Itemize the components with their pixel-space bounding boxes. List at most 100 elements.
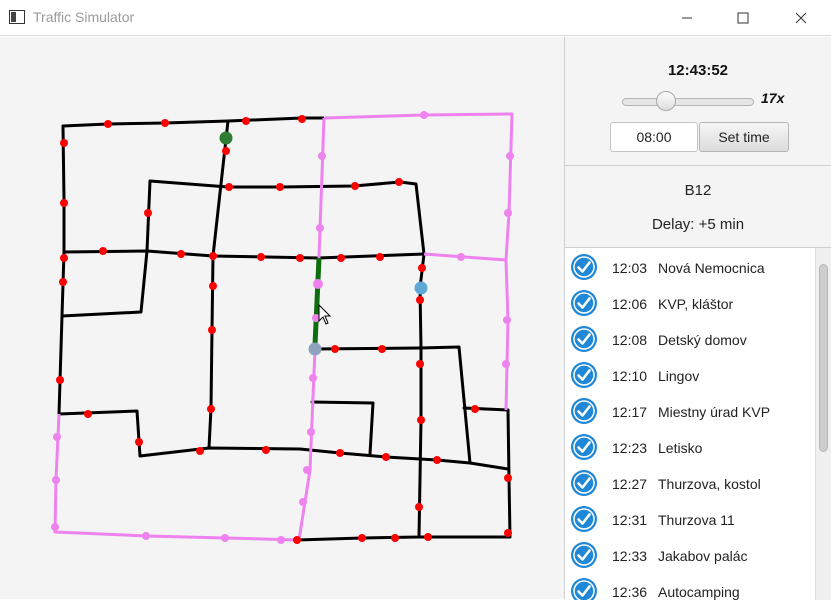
set-time-button[interactable]: Set time: [699, 122, 789, 152]
stop-dot: [257, 253, 265, 261]
stop-name: KVP, kláštor: [658, 296, 734, 312]
route-stop: [506, 152, 514, 160]
stop-dot: [336, 449, 344, 457]
stop-dot: [358, 534, 366, 542]
route-stops: [51, 111, 514, 544]
check-icon: [571, 506, 597, 532]
stop-time: 12:23: [612, 440, 648, 456]
stop-dot: [60, 199, 68, 207]
scrollbar-thumb[interactable]: [819, 264, 828, 452]
stop-dot: [99, 247, 107, 255]
stop-time: 12:33: [612, 548, 648, 564]
stop-dot: [222, 147, 230, 155]
stop-dot: [382, 453, 390, 461]
check-icon: [571, 254, 597, 280]
stop-dot: [209, 252, 217, 260]
list-item[interactable]: 12:27 Thurzova, kostol: [565, 466, 815, 502]
route-stop: [299, 498, 307, 506]
list-item[interactable]: 12:31 Thurzova 11: [565, 502, 815, 538]
route-line: [297, 117, 326, 541]
stop-dot: [504, 529, 512, 537]
stop-dot: [378, 345, 386, 353]
stop-dot: [331, 345, 339, 353]
time-input[interactable]: 08:00: [610, 122, 698, 152]
street: [62, 249, 426, 260]
check-icon: [571, 470, 597, 496]
stop-dot: [177, 250, 185, 258]
stop-dot: [504, 474, 512, 482]
stop-time: 12:08: [612, 332, 648, 348]
list-item[interactable]: 12:23 Letisko: [565, 430, 815, 466]
route-stop: [503, 316, 511, 324]
close-icon: [795, 12, 807, 24]
speed-slider[interactable]: [622, 98, 754, 106]
street: [310, 400, 375, 456]
route-line: [504, 259, 510, 411]
stop-name: Miestny úrad KVP: [658, 404, 771, 420]
list-item[interactable]: 12:08 Detský domov: [565, 322, 815, 358]
check-icon: [571, 362, 597, 388]
stop-list[interactable]: 12:03 Nová Nemocnica 12:06 KVP, kláštor 12:0…: [565, 247, 831, 600]
stop-dot: [207, 405, 215, 413]
line-label: B12: [684, 182, 712, 199]
close-button[interactable]: [778, 0, 824, 36]
vehicle-marker: [414, 281, 428, 295]
check-icon: [571, 398, 597, 424]
stop-dots: [56, 115, 512, 544]
maximize-button[interactable]: [720, 0, 766, 36]
stop-dot: [471, 405, 479, 413]
stop-dot: [208, 326, 216, 334]
stop-dot: [424, 533, 432, 541]
route-stop: [277, 536, 285, 544]
vehicle-marker: [219, 131, 233, 145]
stop-name: Detský domov: [658, 332, 747, 348]
speed-label: 17x: [761, 90, 785, 106]
route-stop: [502, 360, 510, 368]
map-canvas[interactable]: [0, 37, 564, 599]
street: [60, 249, 149, 318]
street: [57, 124, 66, 416]
stop-dot: [242, 117, 250, 125]
check-icon: [571, 578, 597, 600]
stop-dot: [293, 536, 301, 544]
stop-dot: [391, 534, 399, 542]
street: [462, 406, 510, 412]
route-stop: [420, 111, 428, 119]
route-stop: [313, 279, 323, 289]
window-title: Traffic Simulator: [33, 9, 135, 25]
route-stop: [307, 428, 315, 436]
stop-time: 12:03: [612, 260, 648, 276]
check-icon: [571, 326, 597, 352]
list-item[interactable]: 12:36 Autocamping: [565, 574, 815, 600]
list-item[interactable]: 12:03 Nová Nemocnica: [565, 250, 815, 286]
stop-dot: [209, 282, 217, 290]
route-stop: [457, 253, 465, 261]
road-network[interactable]: [0, 37, 564, 599]
street: [417, 408, 512, 539]
route-stop: [51, 523, 59, 531]
route-stop: [303, 466, 311, 474]
stop-time: 12:10: [612, 368, 648, 384]
list-item[interactable]: 12:33 Jakabov palác: [565, 538, 815, 574]
simulation-clock: 12:43:52: [667, 62, 729, 79]
check-icon: [571, 542, 597, 568]
minimize-button[interactable]: [664, 0, 710, 36]
stop-name: Lingov: [658, 368, 700, 384]
route-stop: [318, 152, 326, 160]
mouse-cursor-icon: [318, 303, 332, 325]
list-item[interactable]: 12:10 Lingov: [565, 358, 815, 394]
stop-dot: [144, 209, 152, 217]
route-stop: [309, 374, 317, 382]
scrollbar[interactable]: [815, 248, 831, 600]
divider: [565, 165, 831, 166]
vehicle-marker: [308, 342, 322, 356]
list-item[interactable]: 12:06 KVP, kláštor: [565, 286, 815, 322]
stop-time: 12:17: [612, 404, 648, 420]
stop-dot: [59, 278, 67, 286]
stop-dot: [351, 182, 359, 190]
speed-slider-thumb[interactable]: [656, 91, 677, 111]
stop-dot: [135, 438, 143, 446]
stop-dot: [337, 254, 345, 262]
stop-name: Thurzova 11: [658, 512, 735, 528]
list-item[interactable]: 12:17 Miestny úrad KVP: [565, 394, 815, 430]
